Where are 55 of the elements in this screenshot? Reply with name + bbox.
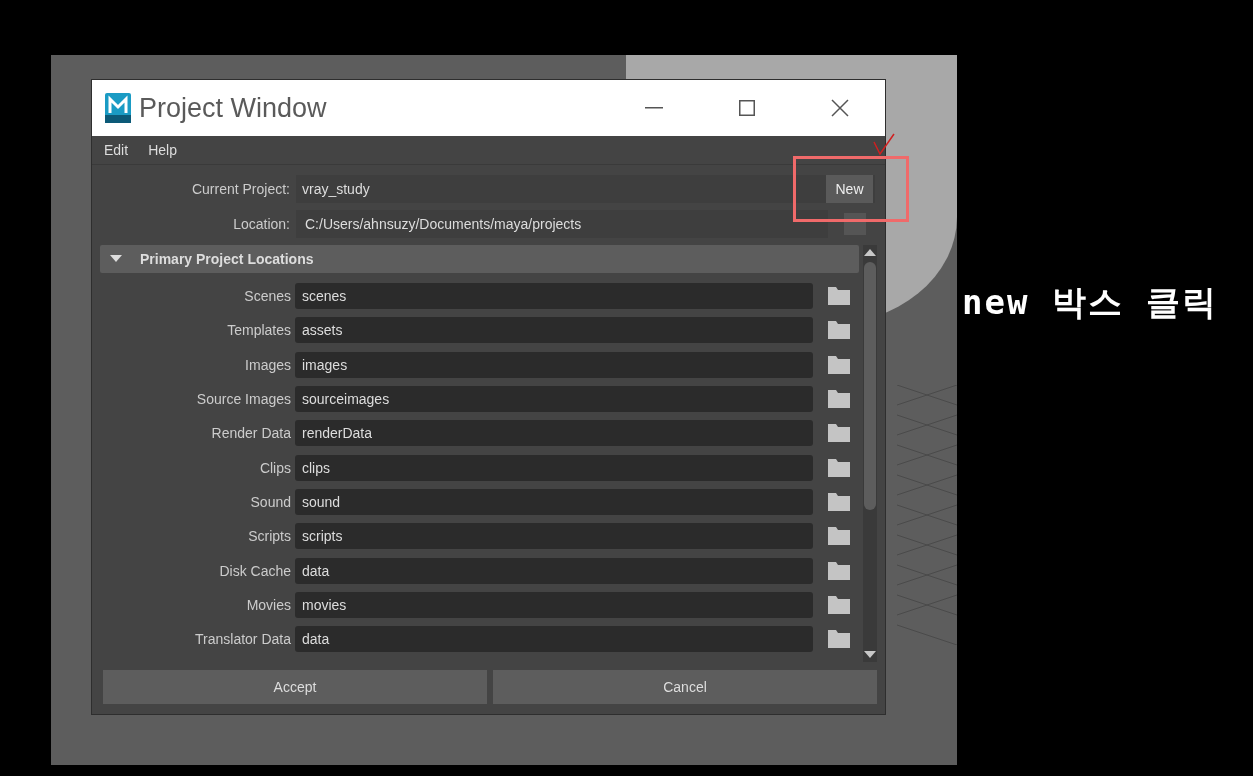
path-field[interactable]: clips <box>295 454 813 481</box>
path-field[interactable]: data <box>295 626 813 653</box>
field-label: Movies <box>245 596 292 613</box>
path-field[interactable]: scripts <box>295 523 813 550</box>
scrollbar-thumb[interactable] <box>864 262 876 510</box>
checkmark-icon <box>872 132 896 156</box>
menu-item[interactable]: Edit <box>104 142 129 158</box>
section-header[interactable]: Primary Project Locations <box>100 245 859 273</box>
path-field[interactable]: images <box>295 351 813 378</box>
field-label: Sound <box>249 493 292 510</box>
folder-icon[interactable] <box>828 287 850 306</box>
field-label: Clips <box>258 459 292 476</box>
close-icon[interactable] <box>831 99 849 117</box>
accept-button[interactable]: Accept <box>103 670 487 704</box>
folder-icon[interactable] <box>828 527 850 546</box>
path-field[interactable]: movies <box>295 591 813 618</box>
folder-icon[interactable] <box>828 492 850 511</box>
folder-icon[interactable] <box>828 561 850 580</box>
field-label: Disk Cache <box>218 562 292 579</box>
field-label: Source Images <box>195 391 292 408</box>
minimize-icon[interactable] <box>645 107 663 109</box>
current-project-field[interactable]: vray_study New <box>296 175 875 203</box>
location-field[interactable]: C:/Users/ahnsuzy/Documents/maya/projects <box>296 210 828 238</box>
path-field[interactable]: assets <box>295 317 813 344</box>
cancel-button[interactable]: Cancel <box>493 670 877 704</box>
app-logo-icon <box>105 93 131 123</box>
folder-icon[interactable] <box>828 458 850 477</box>
scroll-down-icon[interactable] <box>864 651 876 658</box>
field-label: Templates <box>226 322 292 339</box>
window-title: Project Window <box>139 92 327 124</box>
path-field[interactable]: sourceimages <box>295 386 813 413</box>
folder-icon[interactable] <box>828 630 850 649</box>
field-label: Scripts <box>247 528 292 545</box>
folder-icon[interactable] <box>828 424 850 443</box>
scroll-up-icon[interactable] <box>864 249 876 256</box>
scrollbar[interactable] <box>863 245 877 662</box>
menu-item[interactable]: Help <box>148 142 177 158</box>
folder-icon[interactable] <box>828 390 850 409</box>
folder-icon[interactable] <box>828 595 850 614</box>
path-field[interactable]: renderData <box>295 420 813 447</box>
new-button[interactable]: New <box>826 175 873 203</box>
field-label: Translator Data <box>194 631 292 648</box>
field-label: Location: <box>232 216 291 232</box>
folder-icon[interactable] <box>828 321 850 340</box>
path-field[interactable]: sound <box>295 488 813 515</box>
field-label: Images <box>244 356 292 373</box>
field-label: Render Data <box>210 425 292 442</box>
annotation-text: new 박스 클릭 <box>962 281 1219 324</box>
field-label: Current Project: <box>190 181 291 197</box>
section-title: Primary Project Locations <box>140 251 314 267</box>
folder-icon[interactable] <box>828 355 850 374</box>
field-label: Scenes <box>243 288 292 305</box>
maximize-icon[interactable] <box>739 100 755 116</box>
path-field[interactable]: scenes <box>295 283 813 310</box>
path-field[interactable]: data <box>295 557 813 584</box>
